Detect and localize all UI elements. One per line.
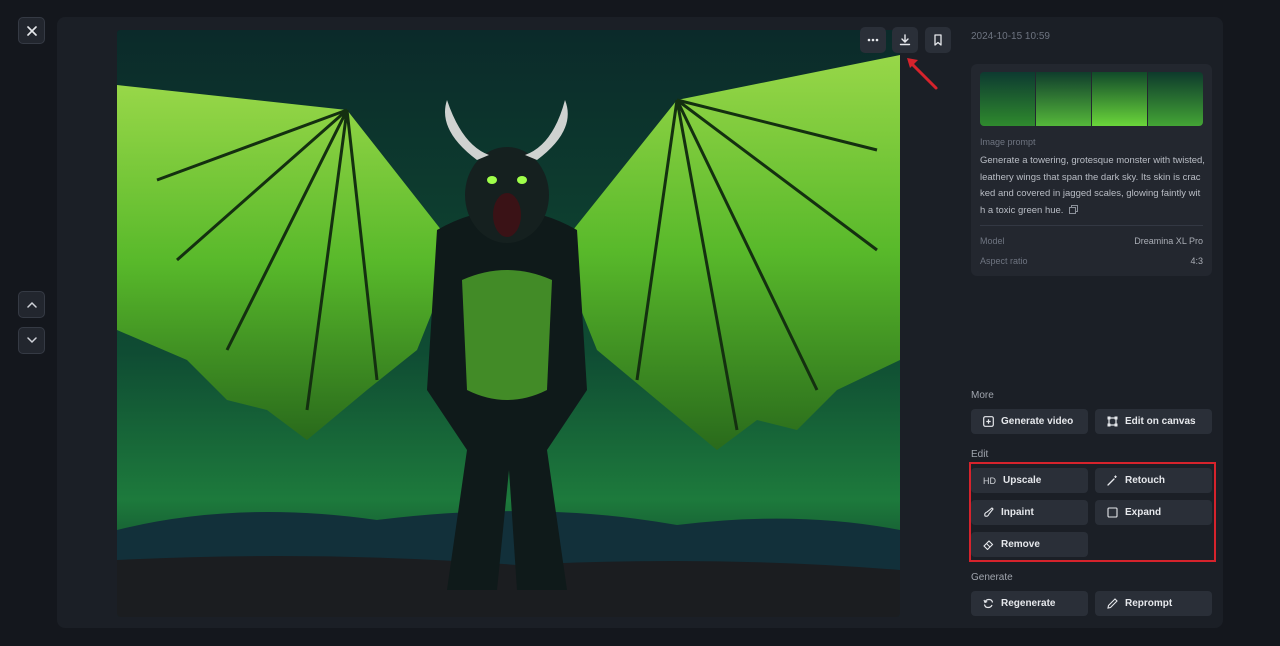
bookmark-icon <box>934 34 942 46</box>
next-image-button[interactable] <box>18 327 45 354</box>
annotation-arrow <box>907 58 938 90</box>
magic-wand-icon <box>1107 475 1117 486</box>
prompt-info-card: Image prompt Generate a towering, grotes… <box>971 64 1212 276</box>
retouch-button[interactable]: Retouch <box>1095 468 1212 493</box>
thumbnail-strip <box>980 72 1203 126</box>
eraser-icon <box>983 540 994 550</box>
expand-label: Expand <box>1125 507 1162 518</box>
brush-icon <box>984 507 994 517</box>
edit-on-canvas-label: Edit on canvas <box>1125 416 1196 427</box>
remove-label: Remove <box>1001 539 1040 550</box>
reprompt-label: Reprompt <box>1125 598 1173 609</box>
more-options-button[interactable] <box>860 27 886 53</box>
monster-illustration <box>117 30 900 617</box>
regenerate-label: Regenerate <box>1001 598 1056 609</box>
generate-video-button[interactable]: Generate video <box>971 409 1088 434</box>
thumbnail[interactable] <box>980 72 1035 126</box>
copy-icon[interactable] <box>1069 204 1079 214</box>
generate-video-label: Generate video <box>1001 416 1074 427</box>
aspect-ratio-row: Aspect ratio 4:3 <box>980 256 1203 266</box>
model-row: Model Dreamina XL Pro <box>980 236 1203 246</box>
section-title-generate: Generate <box>971 572 1013 583</box>
close-icon <box>26 25 37 36</box>
close-button[interactable] <box>18 17 45 44</box>
thumbnail[interactable] <box>1092 72 1147 126</box>
model-label: Model <box>980 236 1005 246</box>
prompt-text: Generate a towering, grotesque monster w… <box>980 153 1205 219</box>
expand-icon <box>1107 507 1118 518</box>
section-title-more: More <box>971 390 994 401</box>
upscale-label: Upscale <box>1003 475 1042 486</box>
refresh-icon <box>983 598 994 609</box>
remove-button[interactable]: Remove <box>971 532 1088 557</box>
aspect-ratio-label: Aspect ratio <box>980 256 1028 266</box>
thumbnail[interactable] <box>1036 72 1091 126</box>
model-value: Dreamina XL Pro <box>1134 236 1203 246</box>
upscale-button[interactable]: HD Upscale <box>971 468 1088 493</box>
canvas-icon <box>1107 416 1118 427</box>
generated-image[interactable] <box>117 30 900 617</box>
prompt-label: Image prompt <box>980 137 1036 147</box>
chevron-down-icon <box>26 337 37 344</box>
timestamp: 2024-10-15 10:59 <box>971 31 1050 42</box>
aspect-ratio-value: 4:3 <box>1190 256 1203 266</box>
more-dots-icon <box>867 38 879 42</box>
inpaint-button[interactable]: Inpaint <box>971 500 1088 525</box>
previous-image-button[interactable] <box>18 291 45 318</box>
download-icon <box>899 34 911 46</box>
meta-divider <box>980 225 1203 226</box>
hd-icon: HD <box>983 475 996 486</box>
prompt-body: Generate a towering, grotesque monster w… <box>980 155 1205 216</box>
inpaint-label: Inpaint <box>1001 507 1034 518</box>
retouch-label: Retouch <box>1125 475 1165 486</box>
chevron-up-icon <box>26 301 37 308</box>
thumbnail[interactable] <box>1148 72 1203 126</box>
expand-button[interactable]: Expand <box>1095 500 1212 525</box>
video-plus-icon <box>983 416 994 427</box>
regenerate-button[interactable]: Regenerate <box>971 591 1088 616</box>
section-title-edit: Edit <box>971 449 989 460</box>
pencil-icon <box>1107 598 1118 609</box>
reprompt-button[interactable]: Reprompt <box>1095 591 1212 616</box>
edit-on-canvas-button[interactable]: Edit on canvas <box>1095 409 1212 434</box>
